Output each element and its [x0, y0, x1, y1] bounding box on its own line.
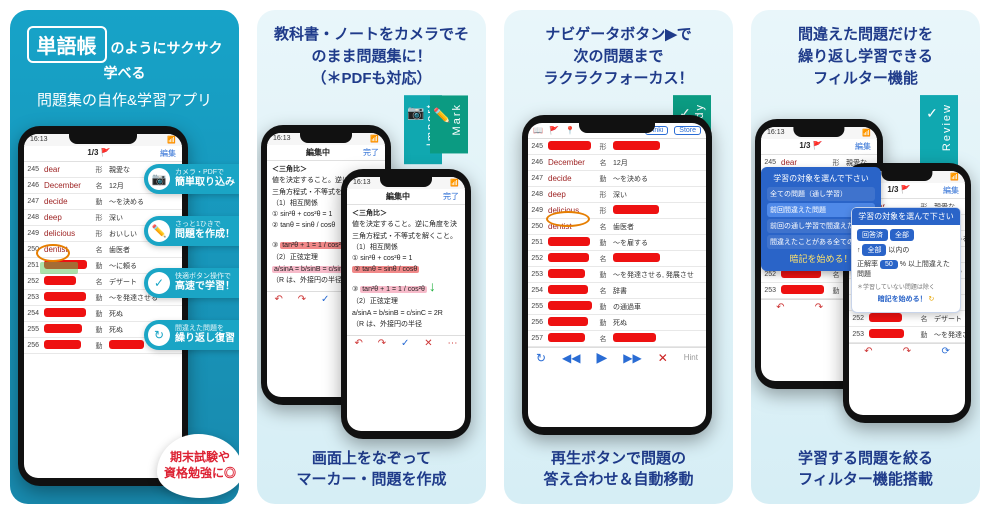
promo-panel-4: 間違えた問題だけを 繰り返し学習できる フィルター機能 ✓Review 16:1…: [751, 10, 980, 504]
camera-icon: 📷: [409, 106, 425, 146]
done-link[interactable]: 完了: [363, 147, 379, 158]
hint-button[interactable]: Hint: [684, 353, 698, 362]
edit-link[interactable]: 編集: [160, 148, 176, 159]
playback-bar: ↻ ◀◀ ▶ ▶▶ ✕ Hint: [528, 347, 706, 367]
red-highlight: tan²θ + 1 = 1 / cos²θ: [280, 242, 347, 249]
redo-icon[interactable]: ↷: [815, 302, 823, 313]
pink-highlight: a/sinA = b/sinB = c/sinC: [272, 266, 350, 273]
panel2-bottom-text: 画面上をなぞって マーカー・問題を作成: [257, 438, 486, 504]
status-time: 16:13: [273, 135, 291, 143]
filter-note: ＊学習していない問題は除く: [857, 282, 955, 291]
filter-title: 学習の対象を選んで下さい: [852, 208, 960, 225]
store-button[interactable]: Store: [674, 126, 701, 135]
panel3-bottom-text: 再生ボタンで問題の 答え合わせ＆自動移動: [504, 438, 733, 504]
edit-link[interactable]: 編集: [943, 185, 959, 196]
math-sheet-front: ＜三角比＞ 値を決定すること。逆に角度を決 三角方程式・不等式を解くこと。 （1…: [347, 205, 465, 335]
table-row[interactable]: 245形: [528, 139, 706, 155]
page-counter: 1/3 🚩: [799, 141, 822, 152]
table-row[interactable]: 251動〜を雇する: [528, 235, 706, 251]
forward-icon[interactable]: ▶▶: [623, 351, 641, 365]
table-row[interactable]: 252名: [528, 251, 706, 267]
table-row[interactable]: 246December名12月: [528, 155, 706, 171]
circle-annotation: [36, 244, 70, 262]
redo-icon[interactable]: ↷: [298, 294, 306, 305]
wrong-icon[interactable]: ✕: [658, 351, 668, 365]
panel2-top-text: 教科書・ノートをカメラでそのまま問題集に！ （＊PDFも対応）: [257, 10, 486, 97]
panel1-heading: 単語帳のようにサクサク学べる 問題集の自作&学習アプリ: [10, 10, 239, 120]
redo-icon[interactable]: ↷: [378, 338, 386, 349]
chip-range[interactable]: 全部: [862, 244, 886, 256]
filter-title: 学習の対象を選んで下さい: [767, 173, 875, 184]
page-counter: 1/3 🚩: [87, 148, 110, 159]
green-highlight: [40, 262, 78, 274]
list-header: 1/3 🚩 編集: [24, 146, 182, 162]
table-row[interactable]: 247decide動〜を決める: [24, 194, 182, 210]
table-row[interactable]: 252名デザート: [849, 311, 965, 327]
check-icon: ✓: [148, 272, 170, 294]
promo-panel-1: 単語帳のようにサクサク学べる 問題集の自作&学習アプリ 16:13📶 1/3 🚩…: [10, 10, 239, 504]
table-row[interactable]: 248deep形深い: [528, 187, 706, 203]
filter-card-white[interactable]: 学習の対象を選んで下さい 回答済 全部 ↑ 全部 以内の 正解率 50 % 以上…: [851, 207, 961, 313]
undo-icon[interactable]: ↶: [776, 302, 784, 313]
redo-icon[interactable]: ↷: [903, 346, 911, 357]
table-row[interactable]: 253動〜を発達させる, 発展させ: [528, 267, 706, 283]
promo-panel-3: ナビゲータボタン▶︎で 次の問題まで ラクラクフォーカス！ ✓Study 📖 🚩…: [504, 10, 733, 504]
check-icon[interactable]: ✓: [321, 294, 329, 305]
rewind-icon[interactable]: ◀◀: [562, 351, 580, 365]
feature-study: ✓ 快適ボタン操作で高速で学習！: [144, 268, 239, 298]
feature-import: 📷 カメラ・PDFで簡単取り込み: [144, 164, 239, 194]
feature-mark: ✏️ さっと1ひきで問題を作成！: [144, 216, 239, 246]
feature-review: ↻ 間違えた問題を繰り返し復習: [144, 320, 239, 350]
x-icon[interactable]: ✕: [424, 338, 432, 349]
table-row[interactable]: 255動の通過車: [528, 299, 706, 315]
ribbon-mark: ✏️Mark: [430, 95, 468, 153]
table-row[interactable]: 247decide動〜を決める: [528, 171, 706, 187]
undo-icon[interactable]: ↶: [864, 346, 872, 357]
edit-link[interactable]: 編集: [855, 141, 871, 152]
start-button[interactable]: 暗記を始める！: [878, 296, 927, 303]
promo-bubble: 期末試験や資格勉強に◎: [157, 434, 239, 498]
repeat-icon: ↻: [148, 324, 170, 346]
pct-chip[interactable]: 50: [880, 260, 898, 269]
boxed-word: 単語帳: [27, 26, 107, 63]
done-link[interactable]: 完了: [443, 191, 459, 202]
table-row[interactable]: 254名辞書: [528, 283, 706, 299]
check-icon: ✓: [925, 106, 941, 151]
loop-icon[interactable]: ↻: [536, 351, 546, 365]
panel1-subtitle: 問題集の自作&学習アプリ: [20, 89, 229, 110]
panel4-top-text: 間違えた問題だけを 繰り返し学習できる フィルター機能: [751, 10, 980, 97]
mode-label: 編集中: [306, 147, 330, 158]
headline-rest: のようにサクサク学べる: [104, 40, 223, 81]
status-time: 16:13: [767, 129, 785, 137]
more-icon[interactable]: ⋯: [448, 338, 458, 349]
filter-option[interactable]: 全ての問題（通し学習）: [767, 187, 875, 201]
book-icon[interactable]: 📖: [533, 126, 543, 135]
pencil-icon: ✏️: [435, 106, 451, 135]
status-time: 16:13: [30, 136, 48, 144]
play-icon[interactable]: ▶: [596, 349, 607, 366]
promo-panel-2: 教科書・ノートをカメラでそのまま問題集に！ （＊PDFも対応） 📷Import …: [257, 10, 486, 504]
panel4-bottom-text: 学習する問題を絞る フィルター機能搭載: [751, 438, 980, 504]
chip-answered[interactable]: 回答済: [857, 229, 888, 241]
table-row[interactable]: 257名: [528, 331, 706, 347]
table-row[interactable]: 253動〜を発達させる: [849, 327, 965, 343]
undo-icon[interactable]: ↶: [274, 294, 282, 305]
panel3-top-text: ナビゲータボタン▶︎で 次の問題まで ラクラクフォーカス！: [504, 10, 733, 97]
check-icon[interactable]: ✓: [401, 338, 409, 349]
chip-range[interactable]: 全部: [890, 229, 914, 241]
loop-icon[interactable]: ⟳: [941, 346, 949, 357]
table-row[interactable]: 256動死ぬ: [528, 315, 706, 331]
ribbon-review: ✓Review: [920, 95, 958, 169]
arrow-down-icon: ↓: [429, 278, 436, 294]
camera-icon: 📷: [148, 168, 170, 190]
pin-icon[interactable]: 📍: [565, 126, 575, 135]
flag-icon[interactable]: 🚩: [549, 126, 559, 135]
undo-icon[interactable]: ↶: [354, 338, 362, 349]
pencil-icon: ✏️: [148, 220, 170, 242]
